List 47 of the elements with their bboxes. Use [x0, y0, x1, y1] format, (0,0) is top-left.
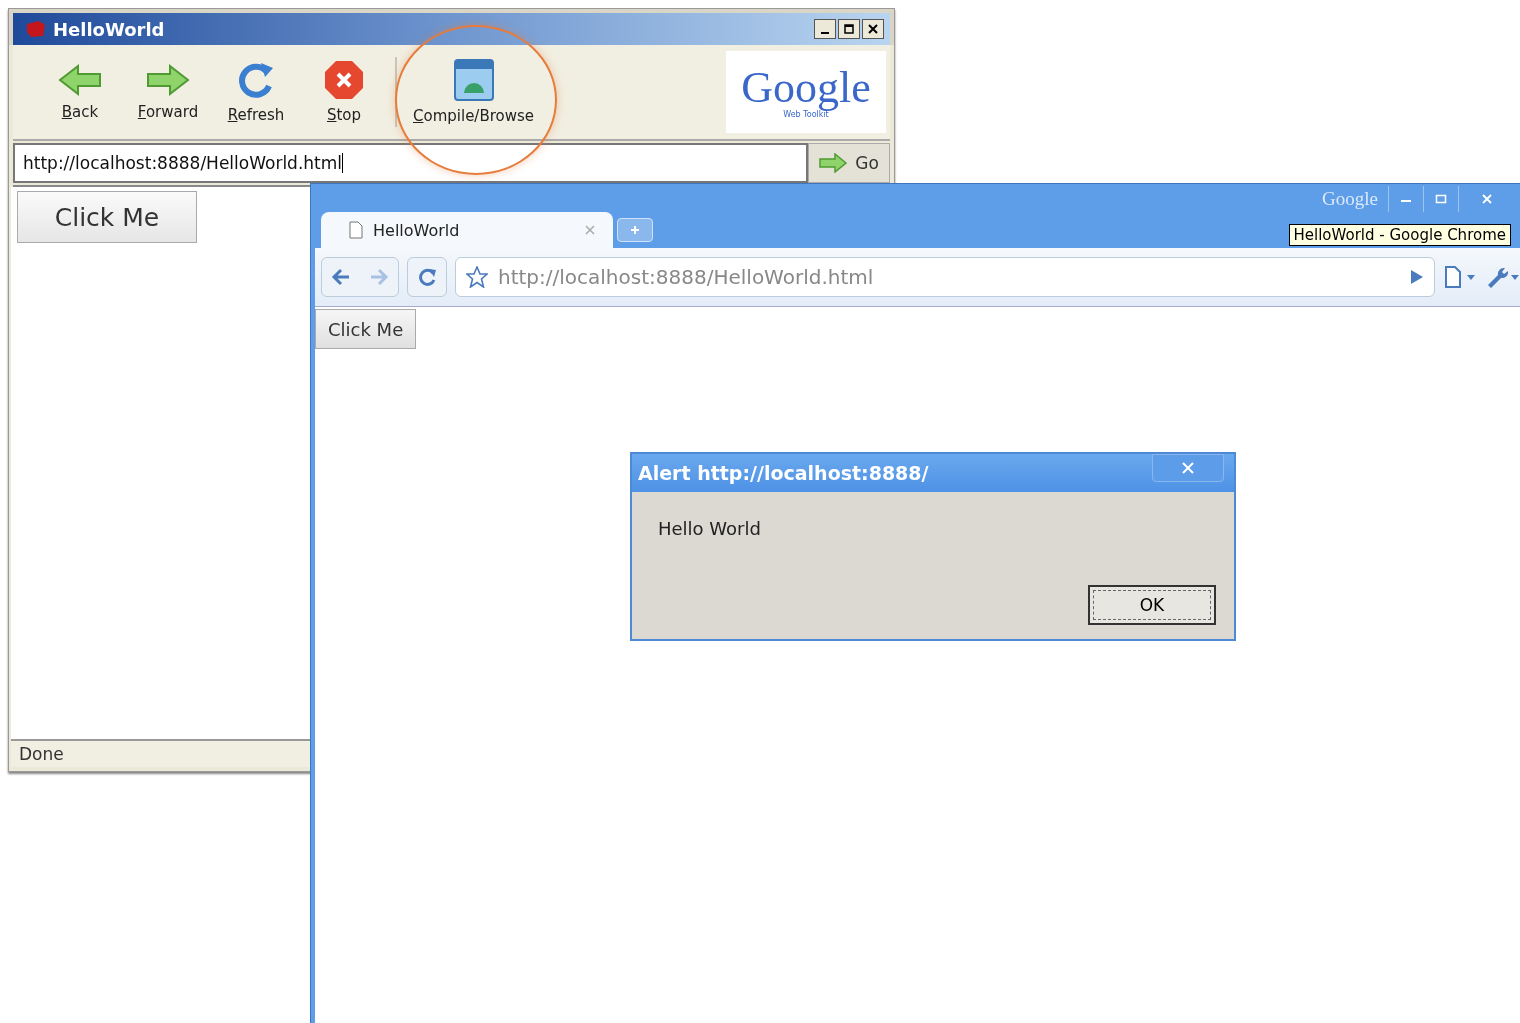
toolbar-button[interactable]: Forward	[127, 59, 209, 125]
toolbar-button[interactable]: Compile/Browse	[407, 55, 541, 129]
toolbar-button[interactable]: Back	[39, 59, 121, 125]
maximize-icon	[1435, 194, 1447, 204]
logo-subtitle: Web Toolkit	[783, 109, 829, 119]
reload-button[interactable]	[407, 257, 447, 297]
right-arrow-icon	[146, 63, 190, 97]
address-bar[interactable]: http://localhost:8888/HelloWorld.html	[455, 257, 1435, 297]
browser-tab[interactable]: HelloWorld	[321, 212, 613, 248]
alert-message: Hello World	[658, 518, 762, 539]
refresh-icon	[236, 60, 276, 100]
right-arrow-icon	[819, 153, 848, 173]
click-me-button[interactable]: Click Me	[315, 309, 417, 349]
maximize-button[interactable]	[838, 19, 860, 39]
star-icon	[466, 266, 488, 288]
minimize-icon	[821, 32, 829, 34]
logo-text: Google	[741, 65, 871, 110]
tab-title: HelloWorld	[373, 220, 461, 240]
new-tab-button[interactable]	[617, 218, 653, 242]
close-icon	[585, 225, 595, 235]
left-arrow-icon	[331, 268, 351, 286]
minimize-button[interactable]	[814, 19, 836, 39]
plus-icon	[630, 225, 640, 235]
window-title: HelloWorld	[53, 18, 166, 40]
close-button[interactable]	[862, 19, 884, 39]
toolbar-button[interactable]: Refresh	[215, 56, 297, 128]
maximize-icon	[844, 24, 854, 34]
reload-icon	[417, 267, 437, 287]
close-icon	[868, 24, 878, 34]
toolbar-button[interactable]: Stop	[303, 56, 385, 128]
left-arrow-icon	[58, 63, 102, 97]
address-field[interactable]: http://localhost:8888/HelloWorld.html	[13, 143, 808, 183]
page-icon	[349, 221, 363, 239]
right-arrow-icon	[369, 268, 389, 286]
page-icon	[1443, 265, 1477, 289]
tooltip: HelloWorld - Google Chrome	[1288, 224, 1511, 246]
click-me-button[interactable]: Click Me	[17, 191, 197, 243]
close-icon	[1181, 462, 1195, 474]
dialog-title: Alert http://localhost:8888/	[638, 462, 929, 484]
ok-button[interactable]: OK	[1088, 585, 1216, 625]
play-icon	[1410, 269, 1424, 285]
go-button[interactable]: Go	[808, 143, 890, 183]
close-icon	[1481, 194, 1493, 204]
stop-icon	[324, 60, 364, 100]
window-icon	[453, 59, 494, 101]
app-icon	[25, 20, 47, 38]
brand-label: Google	[1322, 188, 1378, 210]
